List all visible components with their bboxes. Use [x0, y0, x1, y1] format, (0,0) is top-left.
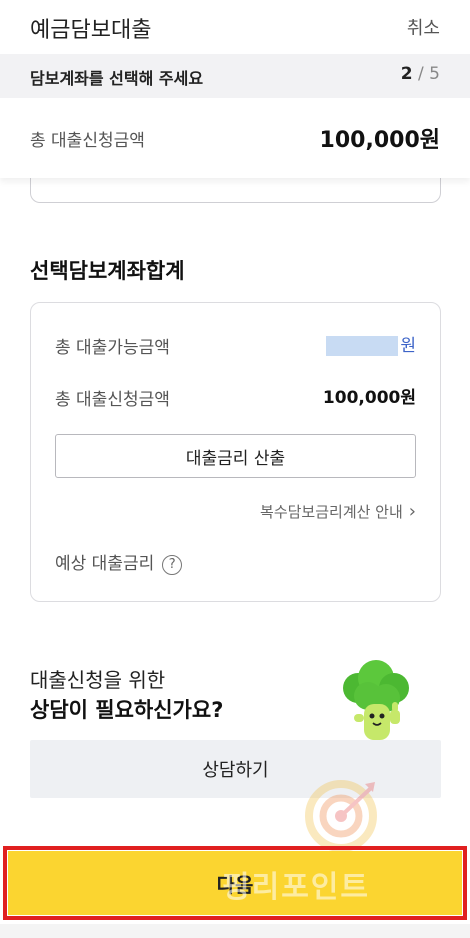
expected-rate-row: 예상 대출금리? — [55, 549, 183, 575]
expected-rate-label: 예상 대출금리 — [55, 554, 155, 574]
apply-amount-value: 100,000원 — [322, 388, 416, 408]
consult-button[interactable]: 상담하기 — [30, 740, 441, 798]
step-total: 5 — [429, 64, 440, 84]
multi-collateral-guide-link[interactable]: 복수담보금리계산 안내 › — [260, 501, 416, 522]
summary-label: 총 대출신청금액 — [30, 131, 145, 151]
question-help-icon[interactable]: ? — [162, 555, 183, 575]
calculate-rate-button[interactable]: 대출금리 산출 — [55, 434, 416, 478]
summary-amount: 100,000원 — [319, 128, 440, 153]
apply-amount-label: 총 대출신청금액 — [55, 390, 170, 410]
consult-text-line2: 상담이 필요하신가요? — [30, 698, 224, 722]
total-apply-summary: 총 대출신청금액 100,000원 — [0, 98, 470, 178]
masked-amount — [326, 336, 399, 356]
step-counter: 2 / 5 — [401, 64, 440, 84]
consult-text-line1: 대출신청을 위한 — [30, 668, 166, 692]
broccoli-mascot-icon — [343, 660, 409, 740]
next-button[interactable]: 다음 — [8, 851, 462, 915]
target-arrow-watermark-icon — [305, 780, 377, 852]
guide-link-label: 복수담보금리계산 안내 — [260, 503, 403, 521]
step-separator: / — [412, 64, 430, 84]
available-amount-value: 원 — [326, 331, 416, 356]
page-title: 예금담보대출 — [30, 18, 152, 43]
available-amount-unit: 원 — [400, 336, 416, 356]
cancel-button[interactable]: 취소 — [407, 14, 440, 40]
selection-summary-card: 총 대출가능금액 원 총 대출신청금액 100,000원 대출금리 산출 복수담… — [30, 302, 441, 602]
bottom-edge — [0, 924, 470, 938]
step-indicator-bar: 담보계좌를 선택해 주세요 2 / 5 — [0, 54, 470, 98]
step-instruction: 담보계좌를 선택해 주세요 — [30, 69, 204, 88]
step-current: 2 — [400, 64, 413, 84]
app-header: 예금담보대출 취소 — [0, 0, 470, 54]
available-amount-label: 총 대출가능금액 — [55, 338, 170, 358]
section-title: 선택담보계좌합계 — [30, 259, 185, 283]
chevron-right-icon: › — [408, 501, 416, 522]
